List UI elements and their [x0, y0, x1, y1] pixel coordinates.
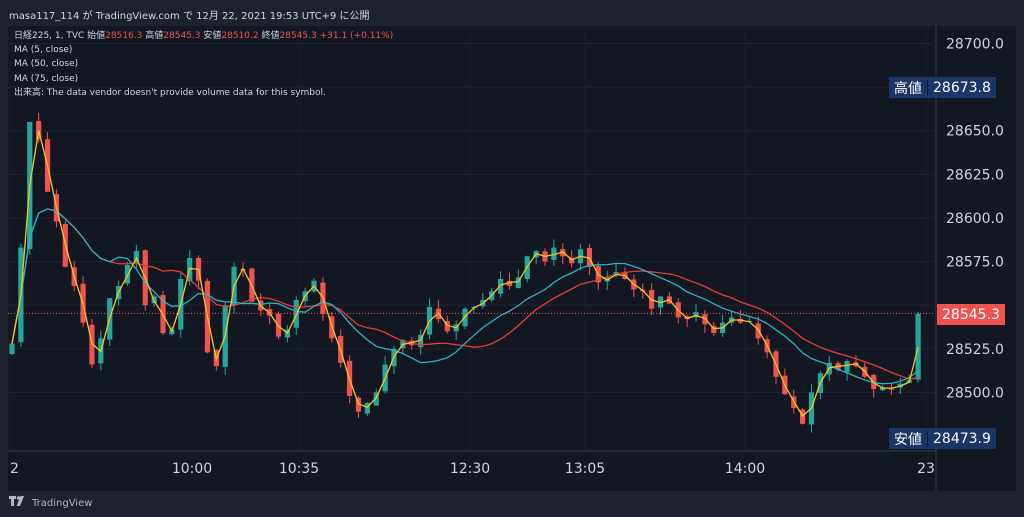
ma50-legend[interactable]: MA (50, close): [14, 57, 393, 71]
y-tick-label: 28700.0: [946, 36, 1004, 52]
y-tick-label: 28625.0: [946, 167, 1004, 183]
high-label: 高値: [145, 31, 164, 41]
y-tick-label: 28600.0: [946, 211, 1004, 227]
symbol-label: 日経225, 1, TVC: [14, 31, 85, 41]
ohlc-legend-row: 日経225, 1, TVC 始値28516.3 高値28545.3 安値2851…: [14, 29, 393, 43]
x-tick-label: 10:00: [172, 461, 212, 477]
low-label: 安値: [203, 31, 222, 41]
candle-body: [844, 361, 850, 373]
high-price-tag: 高値 28673.8: [889, 77, 996, 98]
high-tag-label: 高値: [894, 80, 922, 97]
low-tag-value: 28473.9: [927, 430, 996, 447]
close-value: 28545.3: [279, 31, 317, 41]
ma75-legend[interactable]: MA (75, close): [14, 72, 393, 86]
footer-brand: TradingView: [32, 497, 93, 509]
tradingview-footer[interactable]: TradingView: [9, 496, 92, 510]
close-label: 終値: [261, 31, 280, 41]
y-tick-label: 28650.0: [946, 124, 1004, 140]
tradingview-chart-app: masa117_114 が TradingView.com で 12月 22, …: [0, 0, 1024, 517]
candle-body: [915, 313, 921, 380]
open-label: 始値: [87, 31, 106, 41]
volume-label: 出来高:: [14, 87, 45, 98]
x-tick-label: 23: [917, 461, 935, 477]
chart-legend: 日経225, 1, TVC 始値28516.3 高値28545.3 安値2851…: [14, 29, 393, 100]
y-tick-label: 28500.0: [946, 385, 1004, 401]
low-value: 28510.2: [221, 31, 259, 41]
last-price-tag: 28545.3: [937, 304, 1005, 325]
y-tick-label: 28575.0: [946, 255, 1004, 271]
x-tick-label: 10:35: [279, 461, 319, 477]
y-tick-label: 28525.0: [946, 342, 1004, 358]
candle-body: [9, 343, 15, 355]
high-value: 28545.3: [163, 31, 201, 41]
x-tick-label: 12:30: [450, 461, 490, 477]
high-tag-value: 28673.8: [927, 79, 996, 96]
ma5-legend[interactable]: MA (5, close): [14, 43, 393, 57]
low-tag-label: 安値: [894, 431, 922, 448]
last-tag-value: 28545.3: [942, 306, 1000, 323]
low-price-tag: 安値 28473.9: [889, 428, 996, 449]
publish-header: masa117_114 が TradingView.com で 12月 22, …: [9, 11, 370, 22]
volume-note: The data vendor doesn't provide volume d…: [46, 87, 326, 98]
x-tick-label: 14:00: [725, 461, 765, 477]
x-tick-label: 13:05: [565, 461, 605, 477]
open-value: 28516.3: [105, 31, 143, 41]
candle-body: [888, 388, 895, 390]
change-value: +31.1 (+0.11%): [319, 31, 394, 41]
tradingview-logo-icon: [9, 496, 27, 510]
volume-legend: 出来高: The data vendor doesn't provide vol…: [14, 86, 393, 100]
x-tick-label: 2: [10, 461, 19, 477]
